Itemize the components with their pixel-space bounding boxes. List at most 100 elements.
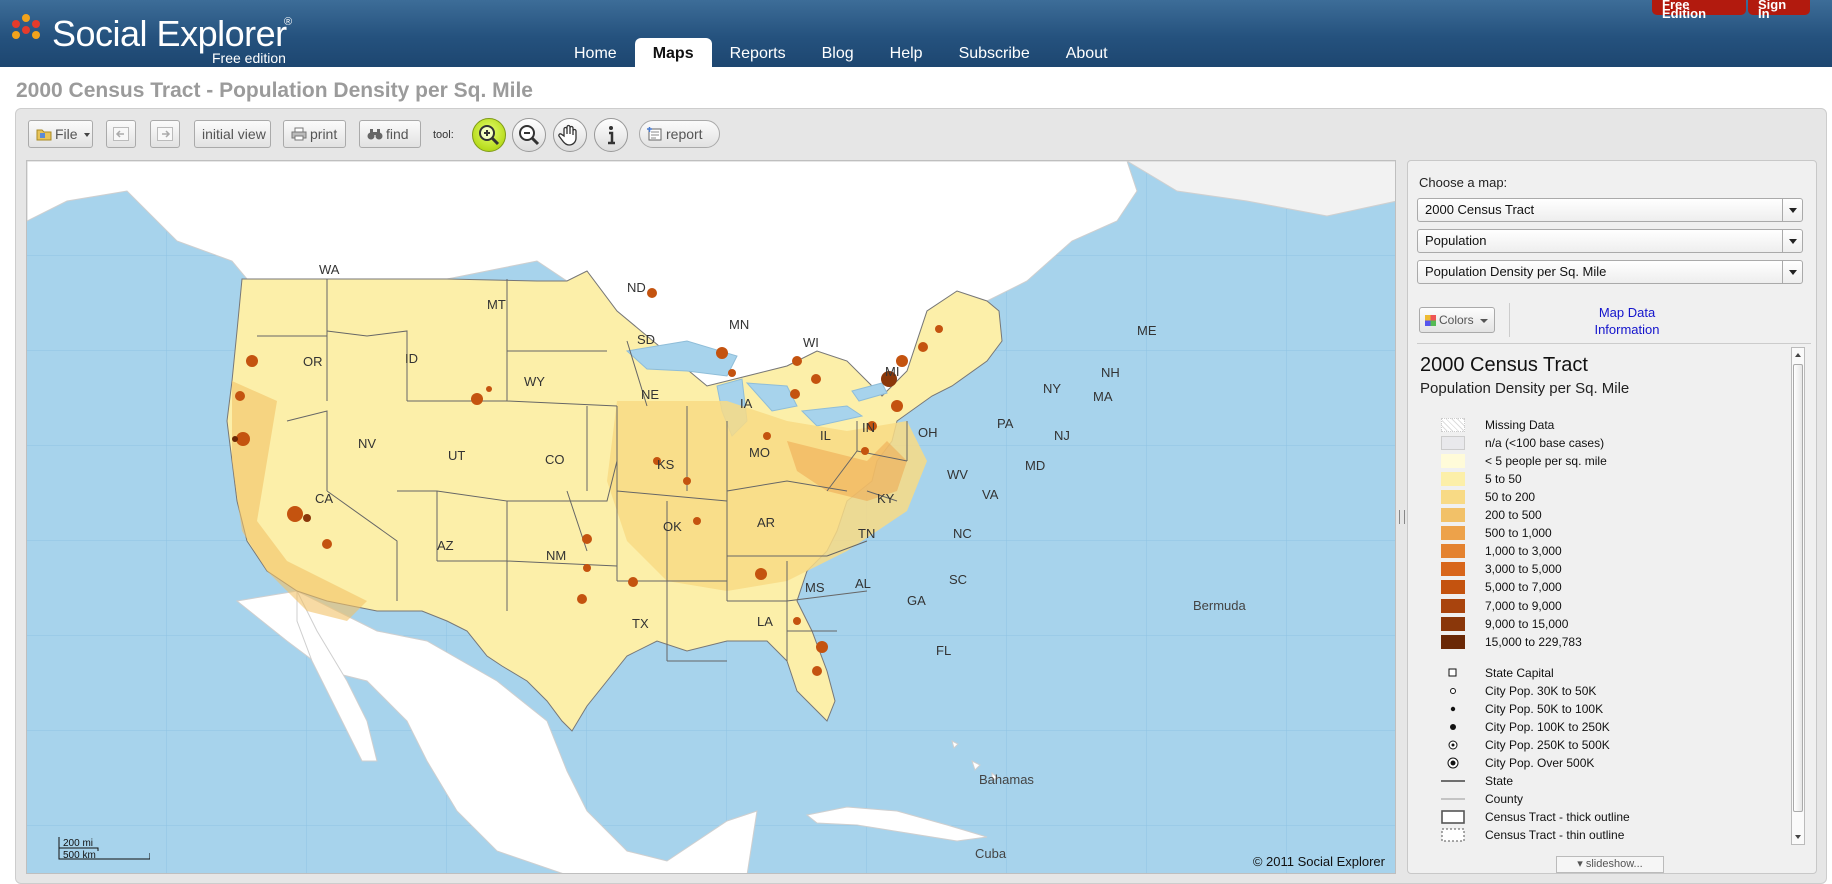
category-select[interactable]: Population [1417,229,1803,253]
zoom-out-tool[interactable] [512,118,546,152]
nav-help[interactable]: Help [872,38,941,67]
capital-square-icon [1441,665,1465,681]
info-tool[interactable] [594,118,628,152]
legend-class-row: 200 to 500 [1441,507,1781,523]
circle-open-small-icon [1441,683,1465,699]
legend-class-label: Missing Data [1485,418,1555,432]
scroll-down-arrow-icon[interactable] [1792,830,1804,844]
find-label: find [386,126,409,142]
legend-scrollbar[interactable] [1791,347,1805,845]
survey-select[interactable]: 2000 Census Tract [1417,198,1803,222]
print-button[interactable]: print [283,120,346,148]
panel-splitter-handle[interactable] [1399,510,1405,524]
nav-about[interactable]: About [1048,38,1126,67]
legend-class-label: n/a (<100 base cases) [1485,436,1605,451]
state-label-ar: AR [757,515,776,530]
circle-dot-large-icon [1441,755,1465,771]
hand-icon [558,124,577,146]
state-label-mt: MT [487,297,506,312]
legend-symbol-label: State Capital [1485,665,1554,680]
map-settings-panel: Choose a map: 2000 Census Tract Populati… [1407,160,1817,874]
map-view[interactable]: WA OR CA ID NV MT WY UT AZ CO NM ND SD N… [26,160,1396,874]
scale-bar: 200 mi 500 km [58,837,150,865]
state-label-nj: NJ [1054,428,1070,443]
place-label-cuba: Cuba [975,846,1007,861]
legend-symbol-row: County [1441,791,1781,807]
place-label-bermuda: Bermuda [1193,598,1246,613]
legend-symbol-row: Census Tract - thick outline [1441,809,1781,825]
zoom-out-icon [519,125,540,146]
initial-view-button[interactable]: initial view [194,120,271,148]
logo-text: Social Explorer [52,13,287,54]
nav-blog[interactable]: Blog [804,38,872,67]
find-button[interactable]: find [359,120,421,148]
binoculars-icon [367,123,383,140]
state-label-or: OR [303,354,323,369]
report-icon [647,123,663,141]
state-label-sc: SC [949,572,968,587]
state-label-nv: NV [358,436,377,451]
legend-class-label: < 5 people per sq. mile [1485,454,1607,469]
dot-small-icon [1441,701,1465,717]
legend-class-row: 5 to 50 [1441,471,1781,487]
report-button[interactable]: report [639,120,720,148]
legend-symbol-row: City Pop. 100K to 250K [1441,719,1781,735]
colors-button[interactable]: Colors [1419,307,1495,333]
nav-reports[interactable]: Reports [712,38,804,67]
legend-swatch [1441,472,1465,487]
legend-swatch [1441,436,1465,451]
legend-class-row: 1,000 to 3,000 [1441,543,1781,559]
place-label-bahamas: Bahamas [979,772,1034,787]
legend-class-row: 50 to 200 [1441,489,1781,505]
state-label-mn: MN [729,317,750,332]
legend-symbol-label: County [1485,792,1524,806]
scroll-up-arrow-icon[interactable] [1792,348,1804,362]
forward-button[interactable] [150,120,180,148]
file-menu-label: File [55,126,78,142]
nav-home[interactable]: Home [556,38,635,67]
map-data-information-link[interactable]: Map Data Information [1572,304,1682,338]
legend-symbol-row: City Pop. Over 500K [1441,755,1781,771]
state-label-ma: MA [1093,389,1113,404]
map-canvas [27,161,1395,873]
pan-tool[interactable] [553,118,587,152]
scroll-thumb[interactable] [1793,364,1803,812]
state-label-pa: PA [997,416,1014,431]
free-edition-button[interactable]: Free Edition [1652,0,1746,20]
social-explorer-logo[interactable]: Social Explorer ® Free edition [12,14,302,66]
divider [1417,343,1811,344]
legend-class-row: 5,000 to 7,000 [1441,579,1781,595]
state-label-va: VA [982,487,999,502]
state-label-tn: TN [858,526,876,541]
state-label-id: ID [405,351,418,366]
legend-swatch [1441,616,1465,631]
back-button[interactable] [106,120,136,148]
state-label-ny: NY [1043,381,1062,396]
logo-dots-icon [12,14,52,50]
zoom-in-tool[interactable] [472,118,506,152]
state-label-la: LA [757,614,773,629]
logo-registered-mark: ® [284,16,293,28]
nav-subscribe[interactable]: Subscribe [941,38,1048,67]
variable-select-value: Population Density per Sq. Mile [1425,264,1607,279]
nav-maps[interactable]: Maps [634,38,712,67]
chevron-down-icon [1782,199,1802,221]
zoom-in-icon [479,125,500,146]
legend-symbol-label: City Pop. 100K to 250K [1485,719,1610,734]
file-menu-button[interactable]: File [28,120,93,148]
slideshow-button[interactable]: ▾ slideshow... [1556,856,1664,873]
legend-swatch [1441,490,1465,505]
variable-select[interactable]: Population Density per Sq. Mile [1417,260,1803,284]
state-label-ia: IA [740,396,753,411]
chevron-down-icon [1782,230,1802,252]
circle-dot-icon [1441,737,1465,753]
legend-class-label: 5 to 50 [1485,472,1522,487]
sign-in-button[interactable]: Sign In [1748,0,1810,20]
legend-symbol-row: City Pop. 50K to 100K [1441,701,1781,717]
palette-icon [1425,315,1436,326]
category-select-value: Population [1425,233,1487,248]
survey-select-value: 2000 Census Tract [1425,202,1535,217]
legend-class-label: 50 to 200 [1485,490,1536,505]
state-label-wv: WV [947,467,968,482]
state-label-tx: TX [632,616,649,631]
